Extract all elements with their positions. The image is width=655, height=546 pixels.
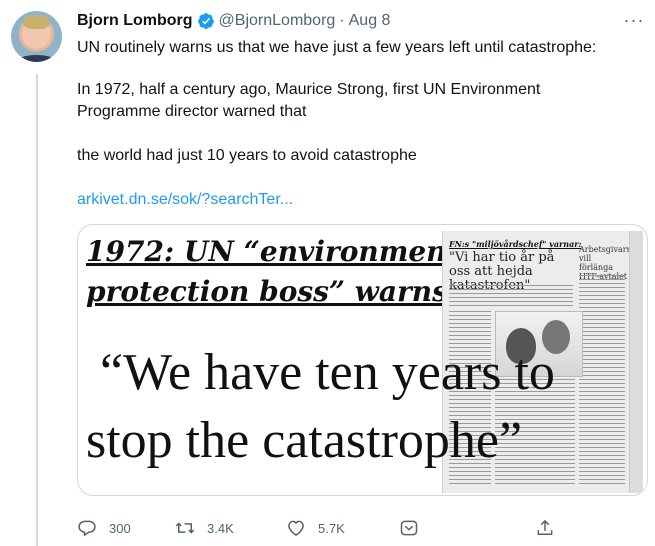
tweet-text-line: Programme director warned that	[77, 103, 307, 120]
tweet-image[interactable]: 1972: UN “environment protection boss” w…	[77, 224, 648, 496]
retweet-icon	[175, 522, 195, 534]
thread-line	[36, 74, 38, 546]
reply-icon	[78, 520, 96, 537]
reply-count: 300	[109, 520, 131, 536]
image-quote-line: “We have ten years to	[100, 344, 555, 401]
avatar[interactable]	[11, 11, 62, 62]
verified-badge-icon	[197, 13, 214, 29]
clipping-edge	[629, 231, 643, 493]
tweet-text-line: the world had just 10 years to avoid cat…	[77, 147, 417, 164]
share-button[interactable]	[535, 512, 555, 544]
author-name[interactable]: Bjorn Lomborg	[77, 12, 193, 30]
tweet-link[interactable]: arkivet.dn.se/sok/?searchTer...	[77, 189, 293, 211]
clipping-text-block	[449, 285, 573, 309]
like-count: 5.7K	[318, 520, 345, 536]
tip-jar-button[interactable]	[399, 512, 419, 544]
author-handle[interactable]: @BjornLomborg	[219, 12, 336, 30]
retweet-count: 3.4K	[207, 520, 234, 536]
tweet-actions: 300 3.4K 5.7K	[77, 512, 637, 544]
tweet-text-line: In 1972, half a century ago, Maurice Str…	[77, 81, 541, 98]
clipping-tag: FN:s "miljövårdschef" varnar:	[449, 239, 582, 249]
like-icon	[288, 520, 304, 536]
share-icon	[537, 519, 553, 535]
image-quote-line: stop the catastrophe”	[86, 412, 523, 469]
image-headline-line: 1972: UN “environment	[86, 235, 460, 268]
tip-jar-icon	[400, 520, 418, 536]
tweet-text-line: UN routinely warns us that we have just …	[77, 39, 597, 56]
tweet-header: Bjorn Lomborg @BjornLomborg · Aug 8	[77, 11, 390, 31]
image-headline-line: protection boss” warns:	[86, 275, 459, 308]
tweet-date[interactable]: Aug 8	[349, 12, 391, 30]
more-icon[interactable]: ···	[622, 8, 646, 32]
retweet-button[interactable]: 3.4K	[175, 512, 234, 544]
like-button[interactable]: 5.7K	[286, 512, 345, 544]
separator-dot: ·	[339, 12, 345, 29]
clipping-text-block	[579, 275, 625, 487]
reply-button[interactable]: 300	[77, 512, 131, 544]
